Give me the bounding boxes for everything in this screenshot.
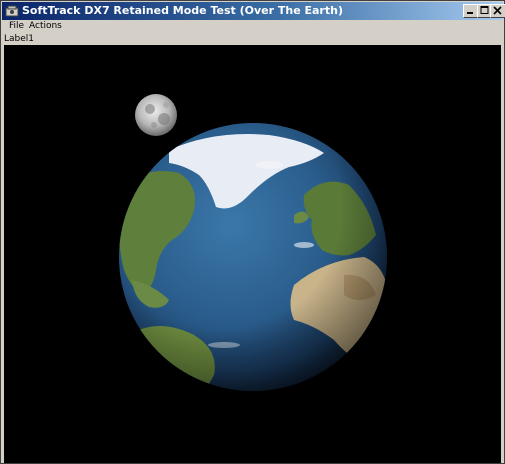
app-icon[interactable] [5,4,19,18]
menu-actions[interactable]: Actions [26,20,65,32]
status-label: Label1 [4,34,35,44]
minimize-icon [467,12,473,14]
close-icon [493,6,502,15]
menu-bar: File Actions [2,20,503,34]
moon [135,94,177,136]
title-bar[interactable]: SoftTrack DX7 Retained Mode Test (Over T… [2,2,505,20]
window-title: SoftTrack DX7 Retained Mode Test (Over T… [22,4,343,17]
app-window: SoftTrack DX7 Retained Mode Test (Over T… [0,0,505,464]
close-button[interactable] [490,4,505,18]
earth-globe [119,123,387,391]
menu-file[interactable]: File [6,20,27,32]
scene-canvas [119,94,387,391]
maximize-icon [480,6,489,14]
render-viewport[interactable] [4,45,501,463]
